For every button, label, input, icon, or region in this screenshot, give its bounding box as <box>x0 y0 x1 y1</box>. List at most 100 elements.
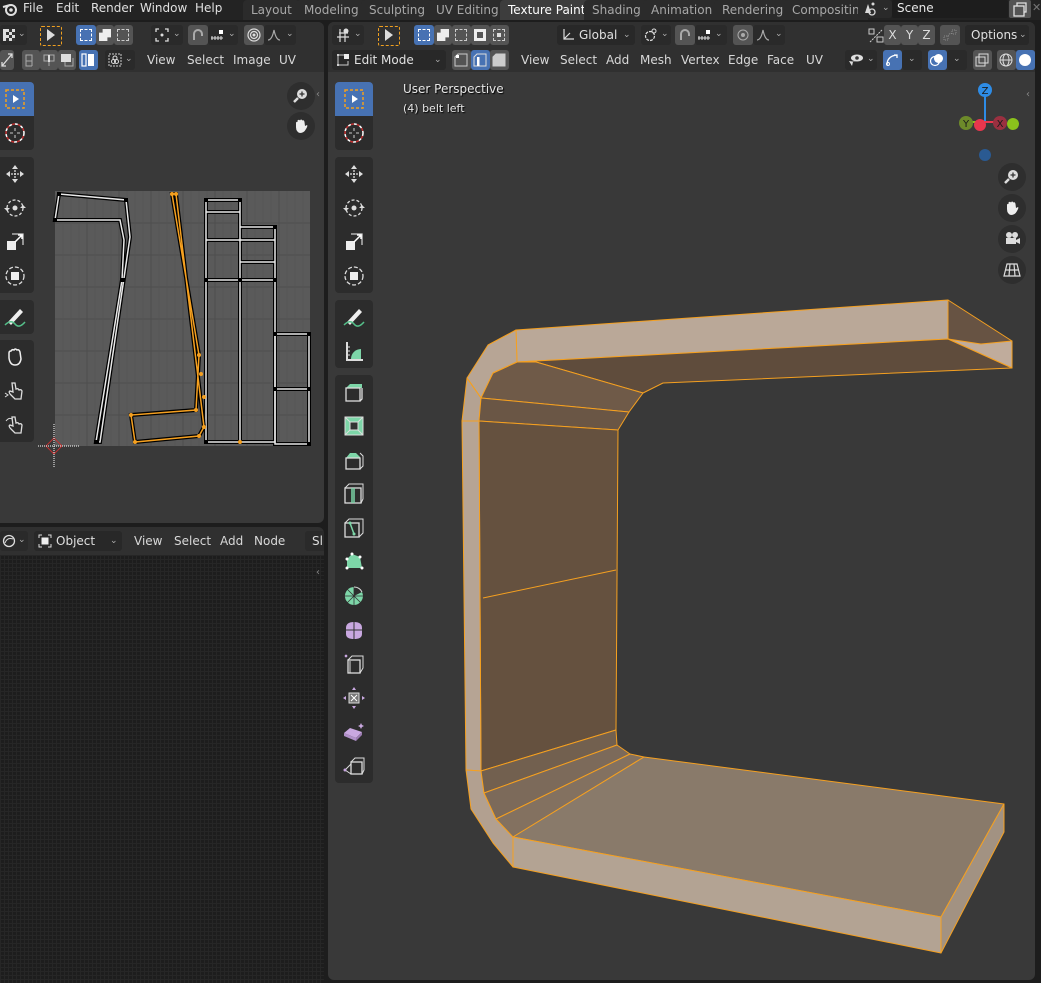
viewport-falloff-dropdown[interactable]: ⌄ <box>753 25 785 45</box>
tool-rotate[interactable] <box>335 191 373 225</box>
mirror-y-toggle[interactable]: Y <box>901 25 918 45</box>
viewport-proportional-toggle[interactable] <box>733 25 753 45</box>
tab-animation[interactable]: Animation <box>643 0 721 20</box>
tool-spin[interactable] <box>335 579 373 613</box>
sticky-selection-dropdown[interactable]: ⌄ <box>105 50 135 70</box>
close-scene-icon[interactable]: ✕ <box>1032 1 1041 14</box>
uv-select-vertex[interactable] <box>22 50 40 70</box>
tool-select-box[interactable] <box>335 82 373 116</box>
overlays-dropdown[interactable]: ⌄ <box>947 50 967 70</box>
select-mode-new[interactable] <box>76 25 96 45</box>
tool-edge-slide[interactable] <box>335 647 373 681</box>
node-sidebar-toggle[interactable]: ‹ <box>316 567 320 578</box>
uv-select-face[interactable] <box>58 50 76 70</box>
viewport-snap-target-dropdown[interactable]: ⌄ <box>695 25 727 45</box>
options-dropdown[interactable]: Options ⌄ <box>965 25 1029 45</box>
tab-uv-editing[interactable]: UV Editing <box>428 0 507 20</box>
pivot-point-dropdown[interactable]: ⌄ <box>641 25 671 45</box>
visibility-dropdown[interactable]: ⌄ <box>845 50 877 70</box>
pivot-point-dropdown[interactable]: ⌄ <box>151 25 183 45</box>
viewport-menu-edge[interactable]: Edge <box>728 50 758 70</box>
uv-canvas[interactable] <box>0 72 324 523</box>
mesh-select-face[interactable] <box>490 50 509 70</box>
viewport-menu-face[interactable]: Face <box>767 50 794 70</box>
scene-selector-button[interactable]: ⌄ <box>858 0 892 18</box>
viewport-pan-button[interactable] <box>998 194 1026 222</box>
tool-shrink-fatten[interactable] <box>335 681 373 715</box>
tool-extrude-region[interactable] <box>335 409 373 443</box>
camera-view-button[interactable] <box>998 225 1026 253</box>
uv-sidebar-toggle[interactable]: ‹ <box>316 89 320 100</box>
xray-toggle[interactable] <box>973 50 992 70</box>
tool-cursor[interactable] <box>335 116 373 150</box>
blender-logo-icon[interactable] <box>2 1 18 17</box>
tool-loop-cut[interactable] <box>335 511 373 545</box>
select-mode-subtract[interactable] <box>114 25 133 45</box>
ortho-toggle-button[interactable] <box>998 256 1026 284</box>
viewport-sidebar-toggle[interactable]: ‹ <box>1026 89 1030 100</box>
tool-poly-build[interactable] <box>335 545 373 579</box>
viewport-select-invert[interactable] <box>471 25 490 45</box>
tab-compositing[interactable]: Compositin <box>784 0 868 20</box>
viewport-menu-view[interactable]: View <box>521 50 549 70</box>
gizmo-toggle[interactable] <box>883 50 902 70</box>
menu-file[interactable]: File <box>23 0 43 18</box>
gizmo-dropdown[interactable]: ⌄ <box>902 50 922 70</box>
tab-rendering[interactable]: Rendering <box>714 0 792 20</box>
uv-menu-uv[interactable]: UV <box>279 50 296 70</box>
uv-zoom-button[interactable] <box>287 82 315 110</box>
sync-selection-toggle[interactable] <box>0 50 14 70</box>
menu-window[interactable]: Window <box>140 0 187 18</box>
viewport-select-new[interactable] <box>414 25 434 45</box>
menu-edit[interactable]: Edit <box>56 0 79 18</box>
uv-menu-view[interactable]: View <box>147 50 175 70</box>
mesh-select-vertex[interactable] <box>452 50 471 70</box>
node-menu-select[interactable]: Select <box>174 531 211 551</box>
menu-help[interactable]: Help <box>195 0 222 18</box>
editor-type-button[interactable]: ⌄ <box>0 25 27 45</box>
node-menu-view[interactable]: View <box>134 531 162 551</box>
tool-measure[interactable] <box>335 334 373 368</box>
tab-sculpting[interactable]: Sculpting <box>361 0 434 20</box>
viewport-menu-select[interactable]: Select <box>560 50 597 70</box>
viewport-zoom-button[interactable] <box>998 163 1026 191</box>
node-menu-add[interactable]: Add <box>220 531 243 551</box>
navigation-gizmo[interactable]: Z Y X <box>940 77 1030 167</box>
new-scene-button[interactable] <box>1009 0 1031 18</box>
tool-add-cube[interactable] <box>335 375 373 409</box>
tool-smooth[interactable] <box>335 613 373 647</box>
uv-select-edge[interactable] <box>40 50 58 70</box>
viewport-menu-vertex[interactable]: Vertex <box>681 50 720 70</box>
node-canvas[interactable] <box>0 555 324 983</box>
uv-menu-select[interactable]: Select <box>187 50 224 70</box>
shading-wireframe[interactable] <box>997 50 1016 70</box>
transform-orientation-dropdown[interactable]: Global ⌄ <box>557 25 635 45</box>
viewport-select-intersect[interactable] <box>490 25 509 45</box>
node-editor-type-button[interactable]: ⌄ <box>0 531 28 551</box>
tab-texture-paint[interactable]: Texture Paint <box>500 0 594 20</box>
shader-type-dropdown[interactable]: Object ⌄ <box>34 531 122 551</box>
node-menu-node[interactable]: Node <box>254 531 285 551</box>
tool-transform[interactable] <box>335 259 373 293</box>
interaction-mode-dropdown[interactable]: Edit Mode ⌄ <box>332 50 446 70</box>
snap-toggle[interactable] <box>188 25 208 45</box>
topology-mirror-toggle[interactable] <box>940 25 960 45</box>
uv-select-island[interactable] <box>79 50 98 70</box>
mirror-z-toggle[interactable]: Z <box>918 25 935 45</box>
select-mode-extend[interactable] <box>96 25 114 45</box>
mesh-select-edge[interactable] <box>471 50 490 70</box>
uv-pan-button[interactable] <box>287 112 315 140</box>
scene-name-field[interactable]: Scene <box>892 0 1008 18</box>
tab-layout[interactable]: Layout <box>243 0 300 20</box>
falloff-dropdown[interactable]: ⌄ <box>264 25 296 45</box>
tool-inset-faces[interactable] <box>335 443 373 477</box>
viewport-select-subtract[interactable] <box>452 25 471 45</box>
viewport-select-tool-button[interactable] <box>378 26 400 46</box>
slot-dropdown[interactable]: Sl <box>305 531 324 551</box>
proportional-edit-toggle[interactable] <box>244 25 264 45</box>
snap-target-dropdown[interactable]: ⌄ <box>208 25 238 45</box>
gizmo-neg-z-axis[interactable] <box>979 149 991 161</box>
mirror-x-toggle[interactable]: X <box>884 25 901 45</box>
tool-move[interactable] <box>335 157 373 191</box>
menu-render[interactable]: Render <box>91 0 134 18</box>
